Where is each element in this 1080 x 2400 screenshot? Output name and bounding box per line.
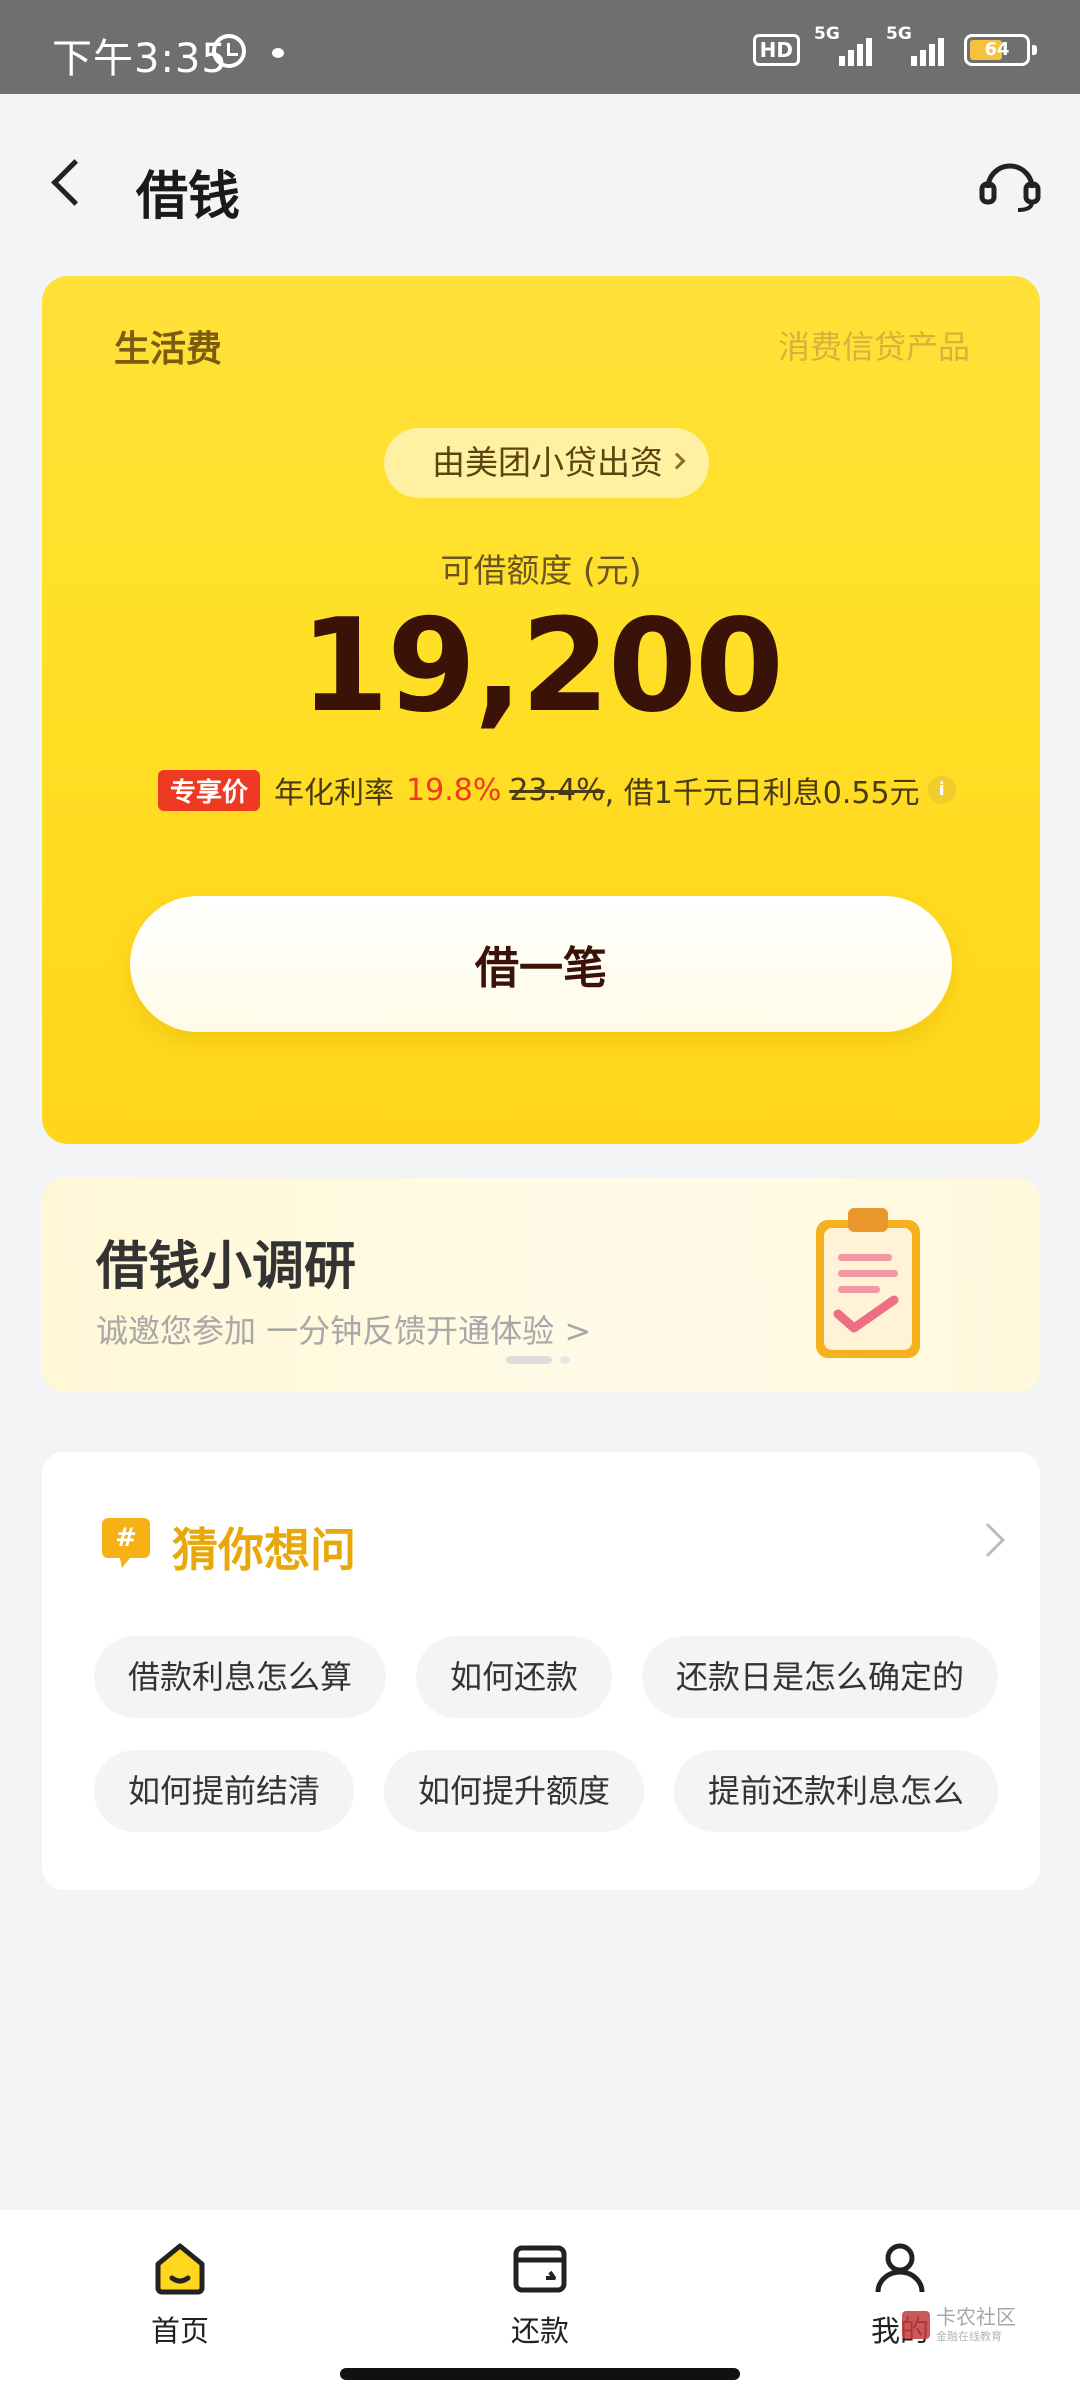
nav-repay-label: 还款 [510, 2314, 569, 2348]
nav-repay[interactable]: 还款 [470, 2238, 610, 2350]
chevron-right-icon[interactable] [971, 1523, 1005, 1557]
survey-banner[interactable]: 借钱小调研 诚邀您参加 一分钟反馈开通体验 > [42, 1178, 1040, 1392]
profile-icon [870, 2238, 930, 2298]
hashtag-icon: # [100, 1516, 152, 1570]
faq-chip[interactable]: 如何提前结清 [94, 1750, 355, 1832]
hd-badge: HD [752, 34, 800, 66]
faq-chip[interactable]: 提前还款利息怎么 [674, 1750, 999, 1832]
alarm-icon [212, 34, 246, 68]
limit-amount: 19,200 [300, 592, 784, 741]
watermark-brand: 卡农社区 [936, 2305, 1016, 2329]
info-icon[interactable]: i [927, 776, 956, 804]
nav-home-label: 首页 [150, 2314, 209, 2348]
daily-interest-text: , 借1千元日利息0.55元 [604, 776, 920, 811]
product-tag: 消费信贷产品 [777, 328, 970, 366]
home-icon [150, 2238, 210, 2298]
chevron-right-icon [668, 452, 686, 469]
survey-title: 借钱小调研 [96, 1237, 357, 1297]
home-indicator[interactable] [340, 2368, 740, 2380]
funder-pill[interactable]: 由美团小贷出资 [384, 428, 709, 498]
limit-label: 可借额度 (元) [440, 551, 642, 590]
status-indicators: HD 5G 5G 64 [752, 24, 1037, 66]
product-name: 生活费 [114, 329, 223, 370]
rate-prefix: 年化利率 [274, 776, 395, 811]
status-time: 下午3:35 [52, 36, 228, 82]
customer-service-icon[interactable] [978, 156, 1042, 216]
loan-card: 生活费 消费信贷产品 由美团小贷出资 可借额度 (元) 19,200 专享价 年… [42, 276, 1040, 1144]
interest-rate-line: 专享价 年化利率 19.8% 23.4% , 借1千元日利息0.55元 i [158, 768, 956, 812]
carousel-indicator [506, 1356, 570, 1364]
signal-icon: 5G [814, 24, 872, 66]
original-rate: 23.4% [509, 772, 605, 808]
survey-subtitle: 诚邀您参加 一分钟反馈开通体验 > [96, 1312, 592, 1350]
svg-text:#: # [115, 1523, 137, 1553]
faq-title: 猜你想问 [172, 1523, 356, 1577]
faq-chip[interactable]: 还款日是怎么确定的 [642, 1636, 999, 1718]
clipboard-icon [810, 1202, 928, 1362]
status-bar: 下午3:35 HD 5G 5G 64 [0, 0, 1080, 94]
exclusive-price-badge: 专享价 [158, 769, 261, 811]
faq-chip[interactable]: 借款利息怎么算 [94, 1636, 387, 1718]
battery-icon: 64 [964, 34, 1037, 66]
watermark: 卡农社区 金融在线教育 [902, 2306, 1016, 2344]
signal-icon-2: 5G [886, 24, 944, 66]
watermark-logo-icon [902, 2311, 930, 2339]
top-header: 借钱 [0, 94, 1080, 280]
faq-chip[interactable]: 如何提升额度 [384, 1750, 645, 1832]
faq-chips-row-2: 如何提前结清 如何提升额度 提前还款利息怎么 [94, 1750, 1034, 1832]
back-button[interactable] [46, 160, 90, 210]
nav-home[interactable]: 首页 [110, 2238, 250, 2350]
notification-dot-icon [272, 48, 284, 58]
battery-level: 64 [984, 39, 1010, 60]
page-title: 借钱 [136, 167, 241, 227]
current-rate: 19.8% [406, 772, 502, 808]
faq-chips-row-1: 借款利息怎么算 如何还款 还款日是怎么确定的 [94, 1636, 1034, 1718]
watermark-sub: 金融在线教育 [936, 2330, 1002, 2343]
borrow-button[interactable]: 借一笔 [130, 896, 952, 1032]
faq-chip[interactable]: 如何还款 [416, 1636, 613, 1718]
faq-card: # 猜你想问 借款利息怎么算 如何还款 还款日是怎么确定的 如何提前结清 如何提… [42, 1452, 1040, 1890]
funder-label: 由美团小贷出资 [432, 443, 663, 482]
wallet-icon [510, 2238, 570, 2298]
